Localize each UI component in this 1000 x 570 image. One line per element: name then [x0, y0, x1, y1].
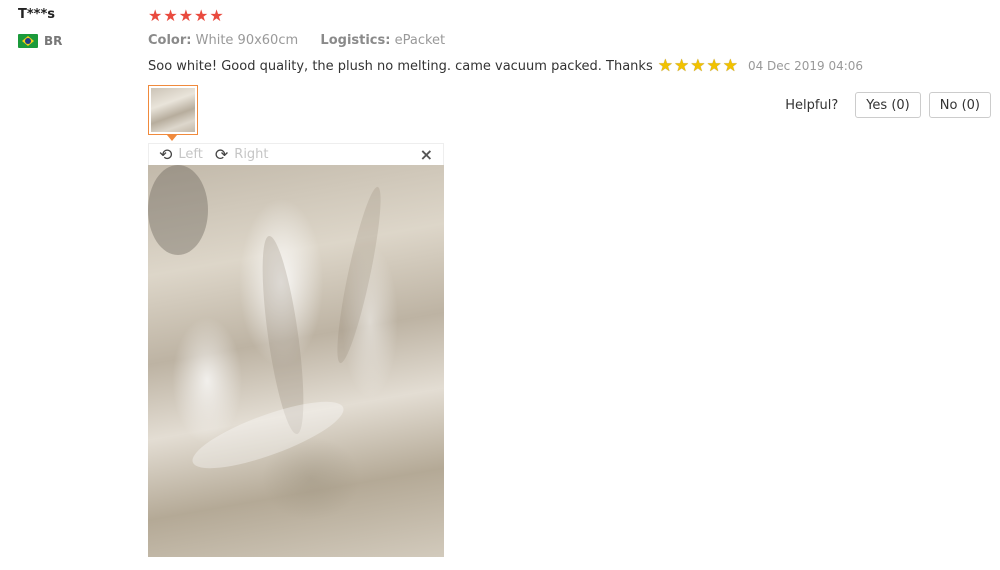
- helpful-no-button[interactable]: No (0): [928, 92, 991, 118]
- thumbnail-image: [151, 88, 195, 132]
- logistics-value: ePacket: [394, 33, 446, 48]
- country-code: BR: [44, 34, 63, 48]
- enlarged-review-photo: [148, 165, 444, 557]
- rotate-right-icon[interactable]: ⟳: [215, 146, 228, 163]
- brazil-flag-icon: [18, 34, 38, 48]
- star-emoji-icon: ★: [673, 56, 690, 76]
- review-photo-thumbnail[interactable]: [148, 85, 198, 135]
- color-label: Color:: [148, 33, 192, 48]
- rotate-right-label[interactable]: Right: [234, 147, 268, 162]
- rotate-left-label[interactable]: Left: [178, 147, 202, 162]
- helpful-label: Helpful?: [785, 97, 839, 113]
- emoji-stars: ★ ★ ★ ★ ★: [657, 56, 738, 76]
- review-date: 04 Dec 2019 04:06: [747, 59, 864, 73]
- star-icon: ★: [178, 6, 194, 25]
- logistics-label: Logistics:: [320, 33, 391, 48]
- review-text-row: Soo white! Good quality, the plush no me…: [148, 56, 864, 76]
- star-emoji-icon: ★: [722, 56, 738, 76]
- rating-stars: ★ ★ ★ ★ ★: [148, 8, 224, 24]
- star-icon: ★: [148, 6, 163, 25]
- star-emoji-icon: ★: [690, 56, 706, 76]
- viewer-toolbar: ⟲ Left ⟳ Right ×: [148, 143, 444, 165]
- order-attributes: Color: White 90x60cm Logistics: ePacket: [148, 33, 445, 48]
- photo-viewer: ⟲ Left ⟳ Right ×: [148, 143, 444, 557]
- rotate-left-icon[interactable]: ⟲: [159, 146, 172, 163]
- helpful-yes-button[interactable]: Yes (0): [855, 92, 921, 118]
- review-text: Soo white! Good quality, the plush no me…: [148, 58, 653, 74]
- star-icon: ★: [194, 6, 209, 25]
- color-value: White 90x60cm: [195, 33, 299, 48]
- reviewer-country: BR: [18, 34, 62, 48]
- selected-indicator-icon: [167, 135, 177, 141]
- star-emoji-icon: ★: [706, 56, 722, 76]
- star-emoji-icon: ★: [657, 56, 673, 76]
- close-icon[interactable]: ×: [420, 145, 433, 164]
- star-icon: ★: [209, 6, 224, 25]
- helpful-vote: Helpful? Yes (0) No (0): [785, 92, 991, 118]
- star-icon: ★: [163, 6, 178, 25]
- reviewer-name: T***s: [18, 7, 56, 22]
